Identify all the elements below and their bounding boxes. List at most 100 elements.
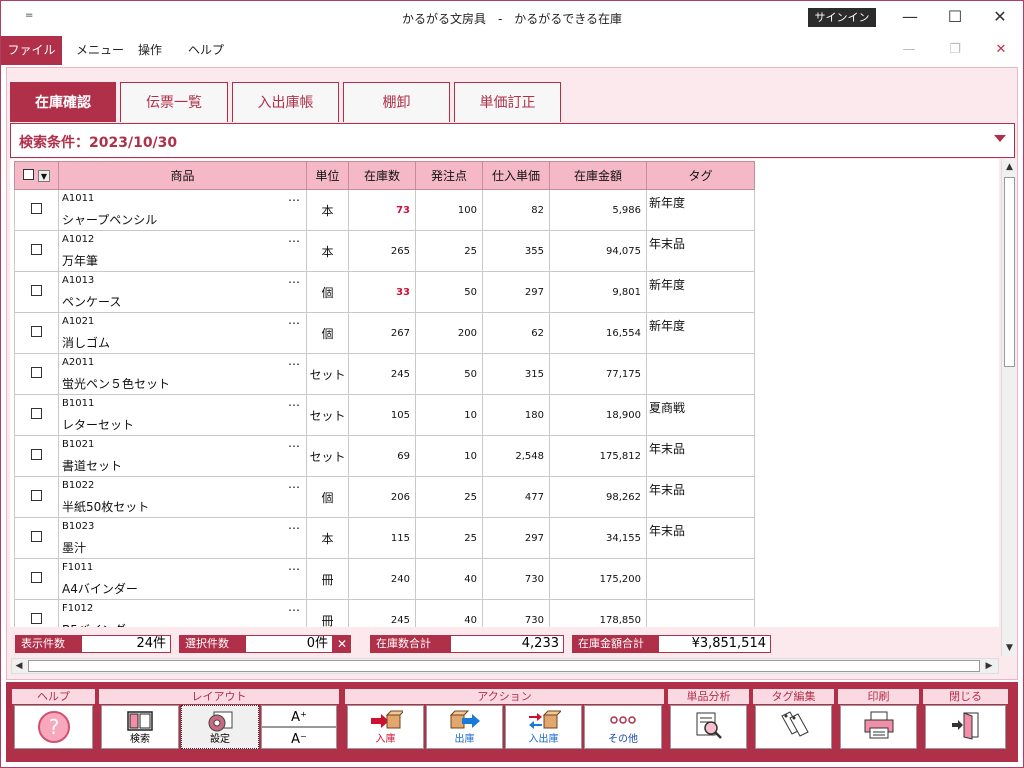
row-checkbox[interactable] (31, 490, 42, 501)
product-cell[interactable]: A2011 … 蛍光ペン５色セット (58, 353, 307, 395)
select-all-header[interactable]: ▼ (14, 161, 59, 190)
dropdown-arrow-icon[interactable] (994, 135, 1006, 142)
row-checkbox[interactable] (31, 244, 42, 255)
row-select-cell[interactable] (14, 599, 59, 627)
table-row[interactable]: B1011 … レターセット セット 105 10 180 18,900 夏商戦 (14, 394, 755, 436)
stock-inout-button[interactable]: 入出庫 (505, 705, 582, 749)
scroll-left-icon[interactable]: ◀ (12, 658, 26, 674)
table-row[interactable]: A1012 … 万年筆 本 265 25 355 94,075 年末品 (14, 230, 755, 272)
product-cell[interactable]: F1012 … B5バインダー (58, 599, 307, 627)
product-cell[interactable]: A1012 … 万年筆 (58, 230, 307, 272)
tag-cell[interactable] (646, 558, 755, 600)
product-menu-icon[interactable]: … (288, 313, 301, 327)
row-select-cell[interactable] (14, 271, 59, 313)
product-menu-icon[interactable]: … (288, 231, 301, 245)
table-row[interactable]: A2011 … 蛍光ペン５色セット セット 245 50 315 77,175 (14, 353, 755, 395)
font-decrease-button[interactable]: A⁻ (261, 727, 337, 749)
table-row[interactable]: A1013 … ペンケース 個 33 50 297 9,801 新年度 (14, 271, 755, 313)
menu-menu[interactable]: メニュー (76, 36, 124, 65)
product-cell[interactable]: A1021 … 消しゴム (58, 312, 307, 354)
product-cell[interactable]: B1021 … 書道セット (58, 435, 307, 477)
horizontal-scroll-thumb[interactable] (28, 660, 980, 672)
product-menu-icon[interactable]: … (288, 190, 301, 204)
maximize-icon[interactable]: ☐ (932, 1, 978, 33)
row-checkbox[interactable] (31, 613, 42, 624)
row-select-cell[interactable] (14, 517, 59, 559)
tag-cell[interactable]: 夏商戦 (646, 394, 755, 436)
product-cell[interactable]: B1022 … 半紙50枚セット (58, 476, 307, 518)
row-select-cell[interactable] (14, 189, 59, 231)
menu-help[interactable]: ヘルプ (188, 36, 224, 65)
minimize-icon[interactable]: — (887, 1, 933, 33)
table-row[interactable]: B1022 … 半紙50枚セット 個 206 25 477 98,262 年末品 (14, 476, 755, 518)
row-checkbox[interactable] (31, 326, 42, 337)
product-menu-icon[interactable]: … (288, 600, 301, 614)
clear-selection-icon[interactable]: ✕ (333, 635, 351, 653)
table-row[interactable]: B1021 … 書道セット セット 69 10 2,548 175,812 年末品 (14, 435, 755, 477)
col-product[interactable]: 商品 (58, 161, 307, 190)
tag-edit-button[interactable] (755, 705, 832, 749)
vertical-scroll-thumb[interactable] (1004, 177, 1015, 367)
close-icon[interactable]: ✕ (977, 1, 1023, 33)
menu-operation[interactable]: 操作 (138, 36, 162, 65)
menu-file[interactable]: ファイル (1, 36, 62, 65)
select-menu-icon[interactable]: ▼ (37, 170, 50, 182)
tag-cell[interactable] (646, 599, 755, 627)
row-select-cell[interactable] (14, 435, 59, 477)
tab-slips[interactable]: 伝票一覧 (120, 82, 228, 122)
col-amount[interactable]: 在庫金額 (549, 161, 647, 190)
settings-button[interactable]: 設定 (181, 705, 259, 749)
table-row[interactable]: F1011 … A4バインダー 冊 240 40 730 175,200 (14, 558, 755, 600)
mdi-close-icon[interactable]: ✕ (986, 37, 1016, 63)
row-checkbox[interactable] (31, 572, 42, 583)
signin-button[interactable]: サインイン (808, 8, 876, 27)
col-stock[interactable]: 在庫数 (348, 161, 416, 190)
tag-cell[interactable]: 年末品 (646, 517, 755, 559)
col-tag[interactable]: タグ (646, 161, 755, 190)
stock-in-button[interactable]: 入庫 (347, 705, 424, 749)
row-checkbox[interactable] (31, 531, 42, 542)
search-criteria-bar[interactable]: 検索条件：2023/10/30 (10, 123, 1015, 158)
horizontal-scrollbar[interactable]: ◀ ▶ (11, 658, 999, 674)
tab-price[interactable]: 単価訂正 (454, 82, 561, 122)
search-button[interactable]: 検索 (101, 705, 179, 749)
product-menu-icon[interactable]: … (288, 518, 301, 532)
close-button[interactable] (925, 705, 1006, 749)
row-select-cell[interactable] (14, 476, 59, 518)
product-cell[interactable]: F1011 … A4バインダー (58, 558, 307, 600)
row-select-cell[interactable] (14, 312, 59, 354)
product-menu-icon[interactable]: … (288, 477, 301, 491)
table-row[interactable]: B1023 … 墨汁 本 115 25 297 34,155 年末品 (14, 517, 755, 559)
product-cell[interactable]: B1011 … レターセット (58, 394, 307, 436)
row-checkbox[interactable] (31, 367, 42, 378)
product-menu-icon[interactable]: … (288, 272, 301, 286)
tab-stock[interactable]: 在庫確認 (10, 82, 116, 122)
table-row[interactable]: F1012 … B5バインダー 冊24540730178,850 (14, 599, 755, 627)
product-menu-icon[interactable]: … (288, 354, 301, 368)
tag-cell[interactable]: 年末品 (646, 476, 755, 518)
col-unit[interactable]: 単位 (306, 161, 349, 190)
tag-cell[interactable]: 新年度 (646, 271, 755, 313)
product-cell[interactable]: B1023 … 墨汁 (58, 517, 307, 559)
product-menu-icon[interactable]: … (288, 436, 301, 450)
product-menu-icon[interactable]: … (288, 559, 301, 573)
tag-cell[interactable]: 新年度 (646, 189, 755, 231)
tab-ledger[interactable]: 入出庫帳 (232, 82, 339, 122)
print-button[interactable] (840, 705, 917, 749)
row-checkbox[interactable] (31, 203, 42, 214)
tab-inventory[interactable]: 棚卸 (343, 82, 450, 122)
mdi-minimize-icon[interactable]: — (894, 37, 924, 63)
tag-cell[interactable]: 年末品 (646, 230, 755, 272)
help-button[interactable]: ? (14, 705, 93, 749)
col-price[interactable]: 仕入単価 (482, 161, 550, 190)
row-select-cell[interactable] (14, 558, 59, 600)
mdi-restore-icon[interactable]: ❐ (940, 37, 970, 63)
stock-out-button[interactable]: 出庫 (426, 705, 503, 749)
row-select-cell[interactable] (14, 353, 59, 395)
tag-cell[interactable]: 年末品 (646, 435, 755, 477)
row-checkbox[interactable] (31, 449, 42, 460)
product-cell[interactable]: A1011 … シャープペンシル (58, 189, 307, 231)
tag-cell[interactable]: 新年度 (646, 312, 755, 354)
row-select-cell[interactable] (14, 394, 59, 436)
row-checkbox[interactable] (31, 408, 42, 419)
